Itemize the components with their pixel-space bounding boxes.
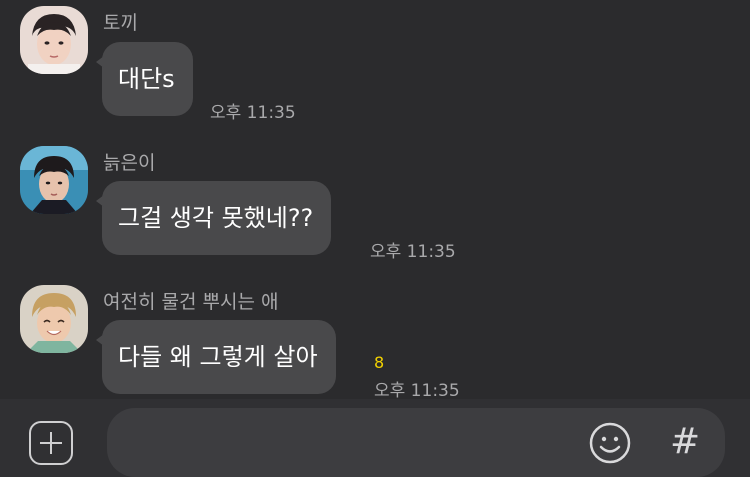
hash-icon[interactable]: # <box>670 420 700 464</box>
unread-count: 8 <box>374 353 385 372</box>
message-time: 오후 11:35 <box>370 242 456 262</box>
avatar[interactable] <box>20 146 88 214</box>
message-time: 오후 11:35 <box>210 103 296 123</box>
message-time: 오후 11:35 <box>374 381 460 401</box>
avatar[interactable] <box>20 285 88 353</box>
sender-name: 여전히 물건 뿌시는 애 <box>103 291 279 313</box>
message-row: 여전히 물건 뿌시는 애 다들 왜 그렇게 살아 8 오후 11:35 <box>0 279 750 409</box>
sender-name: 늙은이 <box>103 152 156 174</box>
message-input[interactable] <box>107 408 725 477</box>
message-bubble[interactable]: 다들 왜 그렇게 살아 <box>96 320 336 394</box>
smiley-icon[interactable] <box>589 422 631 464</box>
message-row: 늙은이 그걸 생각 못했네?? 오후 11:35 <box>0 140 750 270</box>
sender-name: 토끼 <box>103 12 138 34</box>
avatar[interactable] <box>20 6 88 74</box>
message-bubble[interactable]: 대단s <box>96 42 193 116</box>
message-bubble[interactable]: 그걸 생각 못했네?? <box>95 181 332 255</box>
message-row: 토끼 대단s 오후 11:35 <box>0 0 750 130</box>
plus-icon[interactable] <box>29 421 73 465</box>
chat-area[interactable]: 토끼 대단s 오후 11:35 늙은이 그걸 생각 못했네?? 오후 11:35 <box>0 0 750 401</box>
